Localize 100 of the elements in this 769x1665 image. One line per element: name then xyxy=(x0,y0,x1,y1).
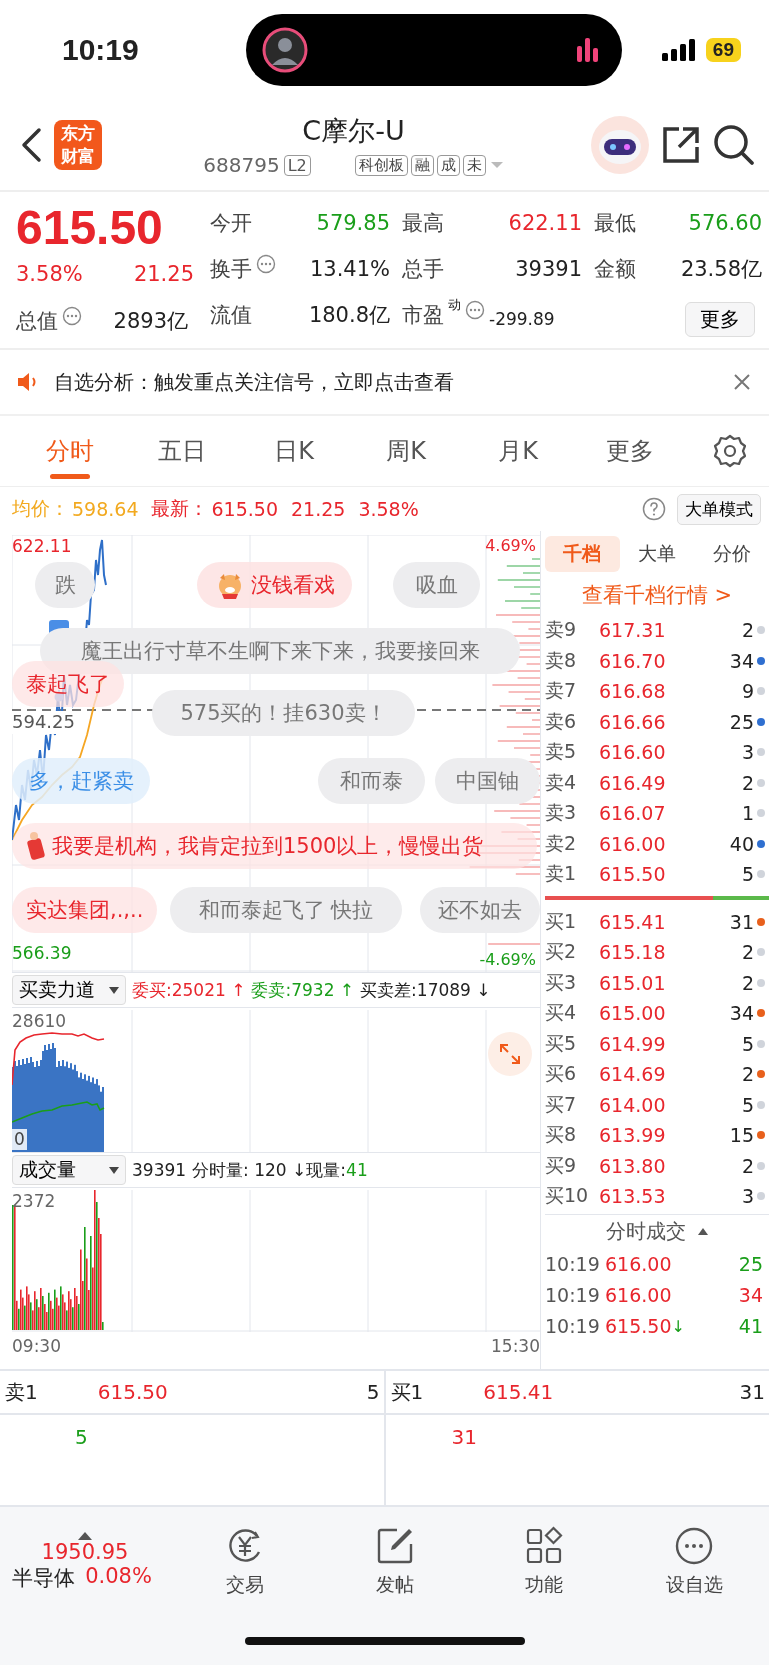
settings-icon[interactable] xyxy=(713,434,747,468)
order-book-tab[interactable]: 千档 xyxy=(545,536,620,572)
trade-volume: 41 xyxy=(738,1315,763,1337)
app-logo[interactable]: 东方财富 xyxy=(54,120,102,170)
danmaku-text: 575买的！挂630卖！ xyxy=(180,700,387,727)
info-dots-icon[interactable] xyxy=(465,300,485,320)
bid-price: 614.69 xyxy=(599,1063,667,1086)
danmaku-bubble[interactable]: 多，赶紧卖 xyxy=(12,758,150,804)
firecracker-icon xyxy=(26,831,46,861)
trade-time: 10:19 xyxy=(545,1284,601,1306)
danmaku-bubble[interactable]: 泰起飞了 xyxy=(12,661,124,707)
ask-price: 616.66 xyxy=(599,710,667,733)
period-tab[interactable]: 五日 xyxy=(126,421,238,481)
order-book-tab[interactable]: 大单 xyxy=(619,536,695,572)
index-name[interactable]: 半导体 xyxy=(12,1564,76,1592)
stat-value: 13.41% xyxy=(309,257,390,281)
ask-level: 卖2 xyxy=(545,830,578,856)
tab-bar-item[interactable]: 交易 xyxy=(170,1525,320,1599)
period-tab[interactable]: 分时 xyxy=(14,421,126,481)
ask-price: 616.60 xyxy=(599,741,667,764)
danmaku-bubble[interactable]: 和而泰起飞了 快拉 xyxy=(170,887,402,933)
ask-volume: 1 xyxy=(741,802,754,825)
stat-value: 622.11 xyxy=(508,211,582,235)
period-tab[interactable]: 更多 xyxy=(574,421,686,481)
bid-price: 615.00 xyxy=(599,1002,667,1025)
danmaku-bubble[interactable]: 我要是机构，我肯定拉到1500以上，慢慢出货 xyxy=(12,823,537,869)
current-volume-label: 现量: xyxy=(306,1158,347,1182)
status-time: 10:19 xyxy=(62,33,140,67)
danmaku-bubble[interactable]: 和而泰 xyxy=(318,758,425,804)
trade-time: 10:19 xyxy=(545,1253,601,1275)
danmaku-bubble[interactable]: 中国铀 xyxy=(435,758,540,804)
danmaku-text: 还不如去 xyxy=(438,897,522,924)
entrust-buy: 委买:25021 ↑ xyxy=(132,978,246,1002)
bid-volume: 2 xyxy=(741,971,754,994)
battery-level: 69 xyxy=(705,38,741,62)
tab-bar-item[interactable]: 功能 xyxy=(469,1525,620,1599)
average-price: 598.64 xyxy=(72,498,139,520)
share-icon[interactable] xyxy=(661,125,701,165)
bid-price: 615.41 xyxy=(599,910,667,933)
end-time: 15:30 xyxy=(491,1336,540,1356)
ask-volume: 34 xyxy=(729,649,754,672)
ask-level: 卖6 xyxy=(545,708,578,734)
period-tab[interactable]: 月K xyxy=(462,421,574,481)
danmaku-bubble[interactable]: 跌 xyxy=(35,562,95,608)
danmaku-bubble[interactable]: 魔王出行寸草不生啊下来下来，我要接回来 xyxy=(40,628,520,674)
bid-volume: 15 xyxy=(729,1124,754,1147)
bid-price: 615.01 xyxy=(599,971,667,994)
period-tab[interactable]: 日K xyxy=(238,421,350,481)
depth-link[interactable]: 查看千档行情 > xyxy=(545,573,769,615)
bid-price: 613.99 xyxy=(599,1124,667,1147)
bid-level: 买4 xyxy=(545,1000,578,1026)
stat-label: 市盈 xyxy=(402,302,444,329)
bid-volume: 31 xyxy=(729,910,754,933)
notice-text[interactable]: 自选分析：触发重点关注信号，立即点击查看 xyxy=(54,368,719,396)
danmaku-bubble[interactable]: 吸血 xyxy=(393,562,480,608)
indicator-selector[interactable]: 成交量 xyxy=(12,1155,126,1185)
ask-level: 卖5 xyxy=(545,739,578,765)
expand-icon xyxy=(499,1043,521,1065)
trade-arrow: ↓ xyxy=(671,1316,685,1336)
bid-level: 买9 xyxy=(545,1152,578,1178)
more-button[interactable]: 更多 xyxy=(685,302,755,337)
danmaku-text: 和而泰 xyxy=(340,768,403,795)
index-value[interactable]: 1950.95 xyxy=(41,1540,129,1564)
bid-level: 买5 xyxy=(545,1030,578,1056)
trade-time: 10:19 xyxy=(545,1315,601,1337)
bid-volume: 2 xyxy=(741,941,754,964)
robot-icon[interactable] xyxy=(591,116,649,174)
help-icon[interactable] xyxy=(642,497,666,521)
close-icon[interactable] xyxy=(733,373,751,391)
danmaku-bubble[interactable]: 还不如去 xyxy=(420,887,540,933)
axis-low-percent: -4.69% xyxy=(479,950,536,970)
order-book-tab[interactable]: 分价 xyxy=(694,536,769,572)
quote-level: 卖1 xyxy=(5,1378,38,1406)
big-order-mode-button[interactable]: 大单模式 xyxy=(677,493,761,525)
stock-tag: 科创板 xyxy=(354,154,408,176)
trade-price: 615.50 xyxy=(605,1315,672,1337)
stat-superscript: 动 xyxy=(448,296,461,314)
order-size: 5 xyxy=(75,1425,88,1449)
danmaku-bubble[interactable]: 没钱看戏 xyxy=(197,562,352,608)
avatar-icon xyxy=(262,27,308,73)
caret-up-icon[interactable] xyxy=(78,1532,92,1540)
ask-level: 卖4 xyxy=(545,769,578,795)
tab-bar-item[interactable]: 设自选 xyxy=(619,1525,769,1599)
info-dots-icon[interactable] xyxy=(256,254,276,274)
bid-price: 613.53 xyxy=(599,1185,667,1208)
info-dots-icon[interactable] xyxy=(62,306,82,326)
danmaku-bubble[interactable]: 575买的！挂630卖！ xyxy=(152,690,415,736)
index-percent[interactable]: 0.08% xyxy=(85,1564,152,1592)
caret-icon xyxy=(109,986,119,994)
back-icon[interactable] xyxy=(20,127,42,163)
trade-price: 616.00 xyxy=(605,1253,672,1275)
indicator-selector[interactable]: 买卖力道 xyxy=(12,975,126,1005)
tab-bar-item[interactable]: 发帖 xyxy=(319,1525,470,1599)
bid-level: 买8 xyxy=(545,1122,578,1148)
search-icon[interactable] xyxy=(713,124,755,166)
trades-title[interactable]: 分时成交 xyxy=(606,1218,686,1245)
expand-button[interactable] xyxy=(488,1032,532,1076)
period-tab[interactable]: 周K xyxy=(350,421,462,481)
ask-level: 卖9 xyxy=(545,617,578,643)
danmaku-bubble[interactable]: 实达集团,.,.. xyxy=(12,887,158,933)
